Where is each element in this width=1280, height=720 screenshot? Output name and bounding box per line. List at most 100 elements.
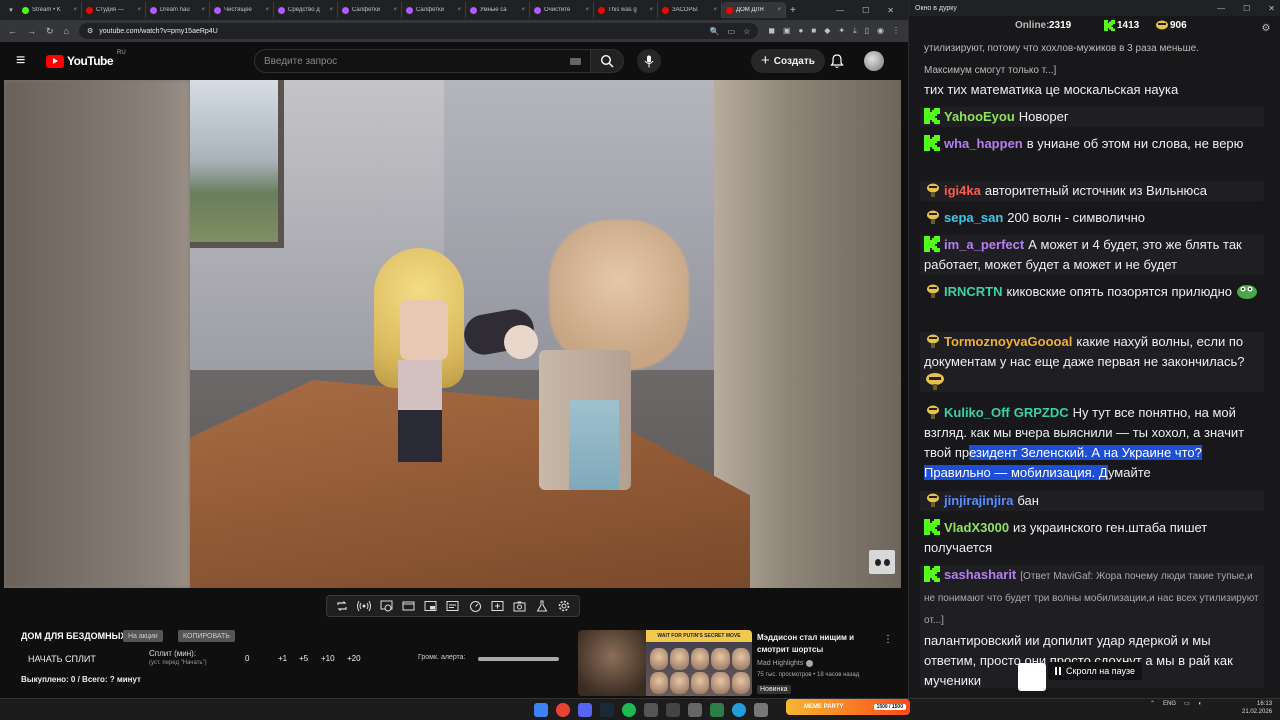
obs-icon[interactable]	[666, 703, 680, 717]
app-icon[interactable]	[644, 703, 658, 717]
steam-icon[interactable]	[600, 703, 614, 717]
forward-icon[interactable]: →	[27, 26, 36, 36]
tab-close-icon[interactable]: ×	[137, 7, 141, 13]
tab-close-icon[interactable]: ×	[457, 7, 461, 13]
tab-close-icon[interactable]: ×	[329, 7, 333, 13]
browser-tab[interactable]: Stream • K ×	[18, 2, 82, 18]
minimize-icon[interactable]: —	[836, 6, 844, 15]
camera-screenshot-icon[interactable]	[512, 599, 526, 613]
download-icon[interactable]: ⤓	[853, 26, 857, 36]
chat-username[interactable]: sashasharit	[944, 567, 1016, 582]
tray-chevron-icon[interactable]: ⌃	[1150, 700, 1155, 707]
browser-tab[interactable]: Очистите ×	[530, 2, 594, 18]
browser-tab[interactable]: Чистящее ×	[210, 2, 274, 18]
address-bar[interactable]: ⚙ youtube.com/watch?v=pmy15aeRp4U 🔍 ▭ ☆	[78, 23, 759, 39]
more-options-icon[interactable]: ⋮	[883, 634, 893, 645]
add-to-screen-icon[interactable]	[490, 599, 504, 613]
profile-icon[interactable]: ◉	[877, 26, 884, 36]
site-info-icon[interactable]: ⚙	[87, 27, 93, 35]
film-strip-icon[interactable]	[402, 599, 416, 613]
new-tab-icon[interactable]: +	[790, 5, 796, 16]
tab-close-icon[interactable]: ×	[713, 7, 717, 13]
speed-gauge-icon[interactable]	[468, 599, 482, 613]
hidden-video-icon[interactable]	[379, 599, 393, 613]
tab-close-icon[interactable]: ×	[777, 7, 781, 13]
split-minutes-value[interactable]: 0	[245, 654, 249, 663]
tab-close-icon[interactable]: ×	[521, 7, 525, 13]
discord-icon[interactable]	[578, 703, 592, 717]
extension-icon[interactable]: ▣	[783, 26, 791, 36]
add-1-button[interactable]: +1	[278, 654, 287, 663]
copy-button[interactable]: КОПИРОВАТЬ	[178, 630, 235, 642]
youtube-logo[interactable]: YouTube RU	[46, 50, 126, 68]
keyboard-icon[interactable]	[570, 57, 581, 65]
voice-search-button[interactable]	[637, 49, 661, 73]
sidebar-icon[interactable]: ▯	[865, 26, 869, 36]
tab-close-icon[interactable]: ×	[393, 7, 397, 13]
alert-volume-slider[interactable]	[478, 657, 559, 661]
tab-close-icon[interactable]: ×	[73, 7, 77, 13]
browser-tab[interactable]: ДОМ ДЛЯ ×	[722, 2, 786, 18]
chat-messages[interactable]: утилизируют, потому что хохлов-мужиков в…	[920, 38, 1270, 688]
chrome-icon[interactable]	[556, 703, 570, 717]
create-button[interactable]: + Создать	[751, 49, 825, 73]
browser-tab[interactable]: Салфетки ×	[402, 2, 466, 18]
add-10-button[interactable]: +10	[321, 654, 335, 663]
minimize-icon[interactable]: —	[1217, 4, 1225, 13]
video-player[interactable]	[4, 80, 901, 588]
extension-icon[interactable]: ■	[811, 26, 816, 36]
network-icon[interactable]: ▭	[1184, 700, 1190, 707]
chat-username[interactable]: YahooEyou	[944, 109, 1015, 124]
app-icon[interactable]	[754, 703, 768, 717]
spotify-icon[interactable]	[622, 703, 636, 717]
extension-icon[interactable]: ◼	[768, 26, 775, 36]
chat-username[interactable]: jinjirajinjira	[944, 493, 1013, 508]
eyes-icon[interactable]	[869, 550, 895, 574]
recommended-title[interactable]: Мэддисон стал нищим и смотрит шортсы	[757, 632, 877, 656]
close-icon[interactable]: ✕	[887, 6, 894, 15]
browser-tab[interactable]: This was g ×	[594, 2, 658, 18]
tab-search-icon[interactable]: ▾	[4, 3, 18, 17]
chat-settings-icon[interactable]: ⚙	[1258, 20, 1274, 36]
recommended-channel[interactable]: Mad Highlights	[757, 660, 814, 667]
notifications-button[interactable]	[828, 52, 846, 70]
add-20-button[interactable]: +20	[347, 654, 361, 663]
avatar[interactable]	[864, 51, 884, 71]
tab-close-icon[interactable]: ×	[265, 7, 269, 13]
add-5-button[interactable]: +5	[299, 654, 308, 663]
stock-pill[interactable]: На акции	[123, 630, 163, 642]
chat-username[interactable]: Kuliko_Off	[944, 405, 1010, 420]
clock[interactable]: 16:13 21.02.2026	[1242, 700, 1272, 716]
picture-in-picture-icon[interactable]	[424, 599, 438, 613]
search-button[interactable]	[590, 49, 624, 73]
reload-icon[interactable]: ↻	[46, 26, 54, 37]
cast-icon[interactable]: ▭	[728, 27, 736, 36]
audio-waves-icon[interactable]	[357, 599, 372, 613]
hamburger-menu-icon[interactable]: ≡	[16, 52, 40, 70]
telegram-icon[interactable]	[732, 703, 746, 717]
puzzle-icon[interactable]: ✦	[838, 26, 845, 36]
subtitles-icon[interactable]	[446, 599, 460, 613]
chat-username[interactable]: IRNCRTN	[944, 284, 1003, 299]
browser-menu-icon[interactable]: ⋮	[892, 26, 900, 36]
extension-icon[interactable]: ●	[799, 26, 804, 36]
chat-mention[interactable]: GRPZDC	[1014, 405, 1069, 420]
bookmark-star-icon[interactable]: ☆	[743, 27, 750, 36]
scroll-paused-button[interactable]: Скролл на паузе	[1048, 662, 1142, 680]
home-icon[interactable]: ⌂	[64, 26, 69, 36]
maximize-icon[interactable]: ☐	[1243, 4, 1250, 13]
tab-close-icon[interactable]: ×	[201, 7, 205, 13]
app-icon[interactable]	[688, 703, 702, 717]
chat-username[interactable]: im_a_perfect	[944, 237, 1024, 252]
chat-username[interactable]: TormoznoyvaGoooal	[944, 334, 1072, 349]
loop-icon[interactable]	[335, 599, 349, 613]
zoom-icon[interactable]: 🔍	[710, 27, 720, 36]
chat-username[interactable]: VladX3000	[944, 520, 1009, 535]
browser-tab[interactable]: Салфетки ×	[338, 2, 402, 18]
volume-icon[interactable]: ◖	[1198, 701, 1202, 707]
close-icon[interactable]: ✕	[1268, 4, 1275, 13]
flask-icon[interactable]	[535, 599, 549, 613]
chat-username[interactable]: sepa_san	[944, 210, 1003, 225]
windows-start-icon[interactable]	[534, 703, 548, 717]
chat-username[interactable]: wha_happen	[944, 136, 1023, 151]
